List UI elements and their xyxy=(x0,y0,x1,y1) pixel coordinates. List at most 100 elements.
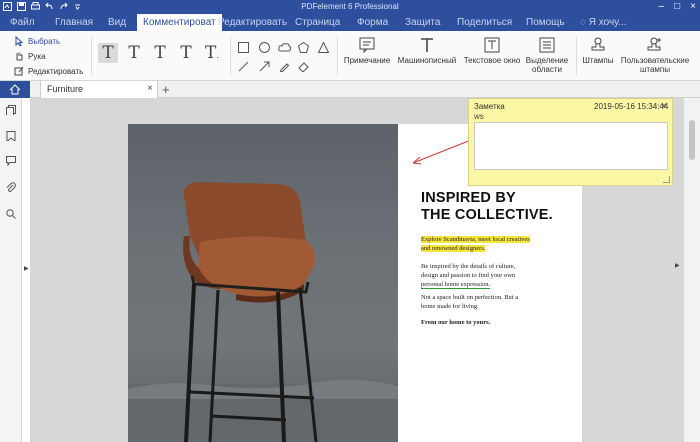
expand-right-panel-icon[interactable]: ▶ xyxy=(675,262,680,269)
window-title: PDFelement 6 Professional xyxy=(301,2,399,11)
note-author: ws xyxy=(474,112,484,121)
typewriter-tool[interactable]: Машинописный xyxy=(396,37,458,65)
menu-help[interactable]: Помощь xyxy=(526,17,565,28)
minimize-icon[interactable]: – xyxy=(659,0,665,13)
menu-edit[interactable]: Редактировать xyxy=(218,17,287,28)
chair-illustration xyxy=(128,182,398,442)
cloud-icon[interactable] xyxy=(278,42,292,53)
note-date: 2019-05-16 15:34:44 xyxy=(594,102,669,111)
left-sidebar xyxy=(0,98,22,442)
search-icon[interactable] xyxy=(6,209,16,219)
paragraph-line: Not a space built on perfection. But a xyxy=(421,294,519,301)
area-highlight-tool[interactable]: Выделение области xyxy=(524,37,570,74)
ribbon-toolbar: Выбрать Рука Редактировать T T T T T. Пр… xyxy=(0,31,700,81)
polygon-icon[interactable] xyxy=(298,42,309,53)
document-tab[interactable]: Furniture × xyxy=(40,81,158,98)
lightbulb-icon: ◌ xyxy=(580,17,586,28)
select-tool-label: Выбрать xyxy=(28,36,61,46)
home-icon xyxy=(9,84,21,95)
hand-tool-label: Рука xyxy=(28,51,46,61)
stamps-tool[interactable]: Штампы xyxy=(580,37,616,65)
paragraph-line: From our home to yours. xyxy=(421,319,491,326)
highlighted-line-1[interactable]: Explore Scandinavia, meet local creative… xyxy=(421,236,530,243)
heading-line-2: THE COLLECTIVE. xyxy=(421,207,553,223)
scrollbar-thumb[interactable] xyxy=(689,120,695,160)
search-label: Я хочу... xyxy=(588,17,627,28)
menu-comment[interactable]: Комментироват xyxy=(137,14,222,31)
close-tab-icon[interactable]: × xyxy=(147,83,153,94)
menu-protect[interactable]: Защита xyxy=(405,17,440,28)
ellipse-icon[interactable] xyxy=(259,42,270,53)
add-tab-button[interactable]: + xyxy=(162,81,170,98)
pages-icon[interactable] xyxy=(6,105,16,115)
ribbon-separator xyxy=(230,37,231,75)
rectangle-icon[interactable] xyxy=(238,42,249,53)
line-icon[interactable] xyxy=(238,61,249,72)
note-popup[interactable]: Заметка 2019-05-16 15:34:44 × ws xyxy=(468,98,673,186)
chair-photo xyxy=(128,124,398,442)
textbox-tool[interactable]: Текстовое окно xyxy=(462,37,522,65)
underlined-text[interactable]: personal home expression. xyxy=(421,281,491,289)
paragraph-closing: From our home to yours. xyxy=(421,318,490,327)
text-highlight-tool[interactable]: T xyxy=(98,43,118,63)
text-squiggly-tool[interactable]: T xyxy=(176,43,196,63)
menu-search[interactable]: ◌ Я хочу... xyxy=(580,17,627,28)
close-icon[interactable]: × xyxy=(690,0,696,13)
ribbon-separator xyxy=(91,37,92,75)
maximize-icon[interactable]: □ xyxy=(674,0,680,13)
resize-grip-icon[interactable] xyxy=(663,176,670,183)
ribbon-separator xyxy=(337,37,338,75)
window-controls: – □ × xyxy=(659,0,696,13)
heading-line-1: INSPIRED BY xyxy=(421,190,516,206)
custom-stamps-tool[interactable]: Пользовательские штампы xyxy=(618,37,692,74)
menu-form[interactable]: Форма xyxy=(357,17,388,28)
vertical-scrollbar[interactable] xyxy=(684,98,700,442)
text-strikethrough-tool[interactable]: T xyxy=(150,43,170,63)
pencil-icon[interactable] xyxy=(279,61,290,72)
arrow-annotation[interactable] xyxy=(405,138,475,170)
triangle-icon[interactable] xyxy=(318,42,329,53)
arrow-icon[interactable] xyxy=(259,61,270,72)
edit-tool-label: Редактировать xyxy=(28,66,84,76)
note-text-input[interactable] xyxy=(474,122,668,170)
document-tab-bar: Furniture × + xyxy=(0,81,700,98)
edit-icon xyxy=(14,66,24,76)
note-tool-label: Примечание xyxy=(343,56,391,65)
title-bar: PDFelement 6 Professional – □ × xyxy=(0,0,700,14)
menu-share[interactable]: Поделиться xyxy=(457,17,512,28)
home-tab[interactable] xyxy=(0,81,30,98)
comments-icon[interactable] xyxy=(6,156,16,166)
eraser-icon[interactable] xyxy=(298,61,309,72)
bookmark-icon[interactable] xyxy=(6,131,16,141)
textbox-icon xyxy=(484,37,500,53)
text-caret-tool[interactable]: T. xyxy=(202,43,222,63)
document-tab-label: Furniture xyxy=(47,84,84,94)
note-close-icon[interactable]: × xyxy=(661,101,667,112)
select-tool[interactable]: Выбрать xyxy=(14,36,60,46)
attachment-icon[interactable] xyxy=(6,182,16,192)
highlighted-paragraph: Explore Scandinavia, meet local creative… xyxy=(421,235,530,253)
area-highlight-label-2: области xyxy=(532,65,562,74)
paragraph-inspired: Be inspired by the details of culture, d… xyxy=(421,262,515,289)
hand-tool[interactable]: Рука xyxy=(14,51,45,61)
custom-stamps-label-2: штампы xyxy=(639,65,671,74)
paragraph-line: design and passion to find your own xyxy=(421,272,516,279)
text-underline-tool[interactable]: T xyxy=(124,43,144,63)
menu-home[interactable]: Главная xyxy=(55,17,93,28)
paragraph-line: Be inspired by the details of culture, xyxy=(421,263,516,270)
highlighted-line-2[interactable]: and renowned designers. xyxy=(421,245,486,252)
stamps-tool-label: Штампы xyxy=(582,56,614,65)
document-heading: INSPIRED BY THE COLLECTIVE. xyxy=(421,190,553,224)
custom-stamps-label-1: Пользовательские xyxy=(620,56,690,65)
note-tool[interactable]: Примечание xyxy=(343,37,391,65)
ribbon-separator xyxy=(576,37,577,75)
menu-view[interactable]: Вид xyxy=(108,17,126,28)
custom-stamp-icon xyxy=(647,37,661,51)
menu-page[interactable]: Страница xyxy=(295,17,340,28)
textbox-tool-label: Текстовое окно xyxy=(463,56,521,65)
hand-icon xyxy=(16,52,23,61)
edit-tool[interactable]: Редактировать xyxy=(14,66,83,76)
menu-file[interactable]: Файл xyxy=(10,17,35,28)
expand-left-panel-icon[interactable]: ▶ xyxy=(24,265,29,272)
stamp-icon xyxy=(591,37,605,51)
